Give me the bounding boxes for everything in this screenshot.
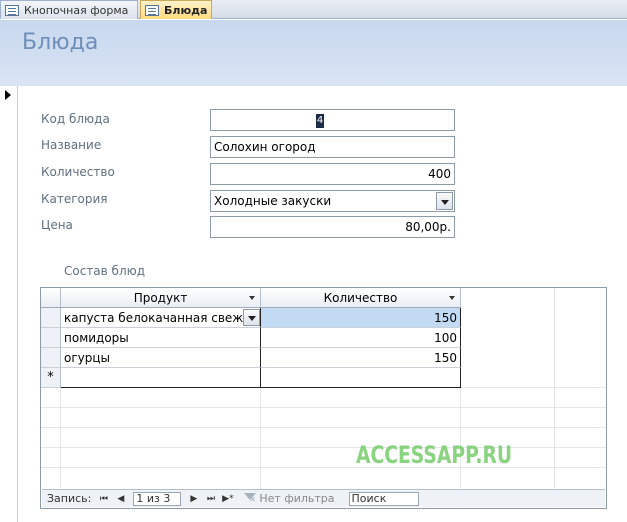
category-combobox[interactable]: Холодные закуски — [210, 190, 455, 212]
new-row-cell-quantity[interactable] — [261, 368, 461, 388]
tab-switchboard-label: Кнопочная форма — [24, 3, 129, 17]
tab-switchboard[interactable]: Кнопочная форма — [0, 0, 138, 19]
sort-dropdown-icon[interactable] — [449, 296, 455, 300]
filter-icon — [244, 493, 257, 504]
new-record-selector[interactable]: * — [41, 368, 61, 388]
qty-value: 100 — [434, 330, 457, 345]
name-label: Название — [41, 138, 102, 152]
table-cell-product[interactable]: огурцы — [61, 348, 261, 368]
form-icon — [5, 4, 19, 16]
select-all-corner[interactable] — [41, 288, 61, 308]
table-cell-quantity[interactable]: 100 — [261, 328, 461, 348]
form-header: Блюда — [0, 20, 627, 86]
category-value: Холодные закуски — [214, 194, 332, 208]
row-selector[interactable] — [41, 328, 61, 348]
asterisk-icon: * — [47, 370, 54, 385]
filter-toggle[interactable]: Нет фильтра — [244, 492, 335, 505]
last-record-icon[interactable]: ⏭ — [204, 492, 217, 505]
product-value: помидоры — [64, 330, 129, 345]
record-navigation-bar: Запись: ⏮ ◀ 1 из 3 ▶ ⏭ ▶* Нет фильтра По… — [42, 489, 605, 507]
new-record-icon[interactable]: ▶* — [221, 492, 234, 505]
code-value: 4 — [316, 114, 324, 128]
subform-label: Состав блюд — [64, 264, 146, 278]
new-row-cell-product[interactable] — [61, 368, 261, 388]
chevron-down-icon[interactable] — [436, 192, 453, 210]
product-value: огурцы — [64, 350, 111, 365]
qty-value: 150 — [434, 310, 457, 325]
watermark: ACCESSAPP.RU — [356, 441, 513, 469]
code-field[interactable]: 4 — [210, 109, 455, 131]
document-tabs: Кнопочная форма Блюда — [0, 0, 627, 19]
first-record-icon[interactable]: ⏮ — [97, 492, 110, 505]
price-field[interactable]: 80,00р. — [210, 216, 455, 238]
table-cell-quantity[interactable]: 150 — [261, 348, 461, 368]
quantity-field[interactable]: 400 — [210, 163, 455, 185]
column-header-quantity[interactable]: Количество — [261, 288, 461, 308]
filter-label: Нет фильтра — [259, 492, 335, 505]
record-label: Запись: — [47, 492, 92, 505]
record-selector[interactable] — [0, 86, 18, 522]
form-title: Блюда — [22, 30, 99, 55]
current-record-input[interactable]: 1 из 3 — [133, 491, 182, 506]
column-header-quantity-label: Количество — [323, 290, 398, 305]
chevron-down-icon[interactable] — [243, 309, 260, 326]
column-header-product[interactable]: Продукт — [61, 288, 261, 308]
quantity-value: 400 — [428, 167, 451, 181]
current-record-arrow-icon — [5, 90, 11, 100]
composition-subform: Продукт Количество капуста белокачанная … — [40, 287, 607, 509]
tab-dishes-label: Блюда — [164, 3, 208, 17]
form-icon — [145, 4, 159, 16]
name-value: Солохин огород — [214, 140, 316, 154]
product-value: капуста белокачанная свежая — [64, 310, 258, 325]
price-value: 80,00р. — [405, 220, 451, 234]
row-selector[interactable] — [41, 308, 61, 328]
tab-dishes[interactable]: Блюда — [140, 0, 212, 19]
price-label: Цена — [41, 218, 73, 232]
sort-dropdown-icon[interactable] — [249, 296, 255, 300]
quantity-label: Количество — [41, 165, 115, 179]
table-cell-product[interactable]: капуста белокачанная свежая — [61, 308, 261, 328]
previous-record-icon[interactable]: ◀ — [114, 492, 127, 505]
category-label: Категория — [41, 192, 108, 206]
search-input[interactable]: Поиск — [348, 491, 419, 506]
column-header-product-label: Продукт — [133, 290, 188, 305]
qty-value: 150 — [434, 350, 457, 365]
name-field[interactable]: Солохин огород — [210, 136, 455, 158]
row-selector[interactable] — [41, 348, 61, 368]
table-cell-quantity[interactable]: 150 — [261, 308, 461, 328]
next-record-icon[interactable]: ▶ — [187, 492, 200, 505]
code-label: Код блюда — [41, 112, 110, 126]
table-cell-product[interactable]: помидоры — [61, 328, 261, 348]
